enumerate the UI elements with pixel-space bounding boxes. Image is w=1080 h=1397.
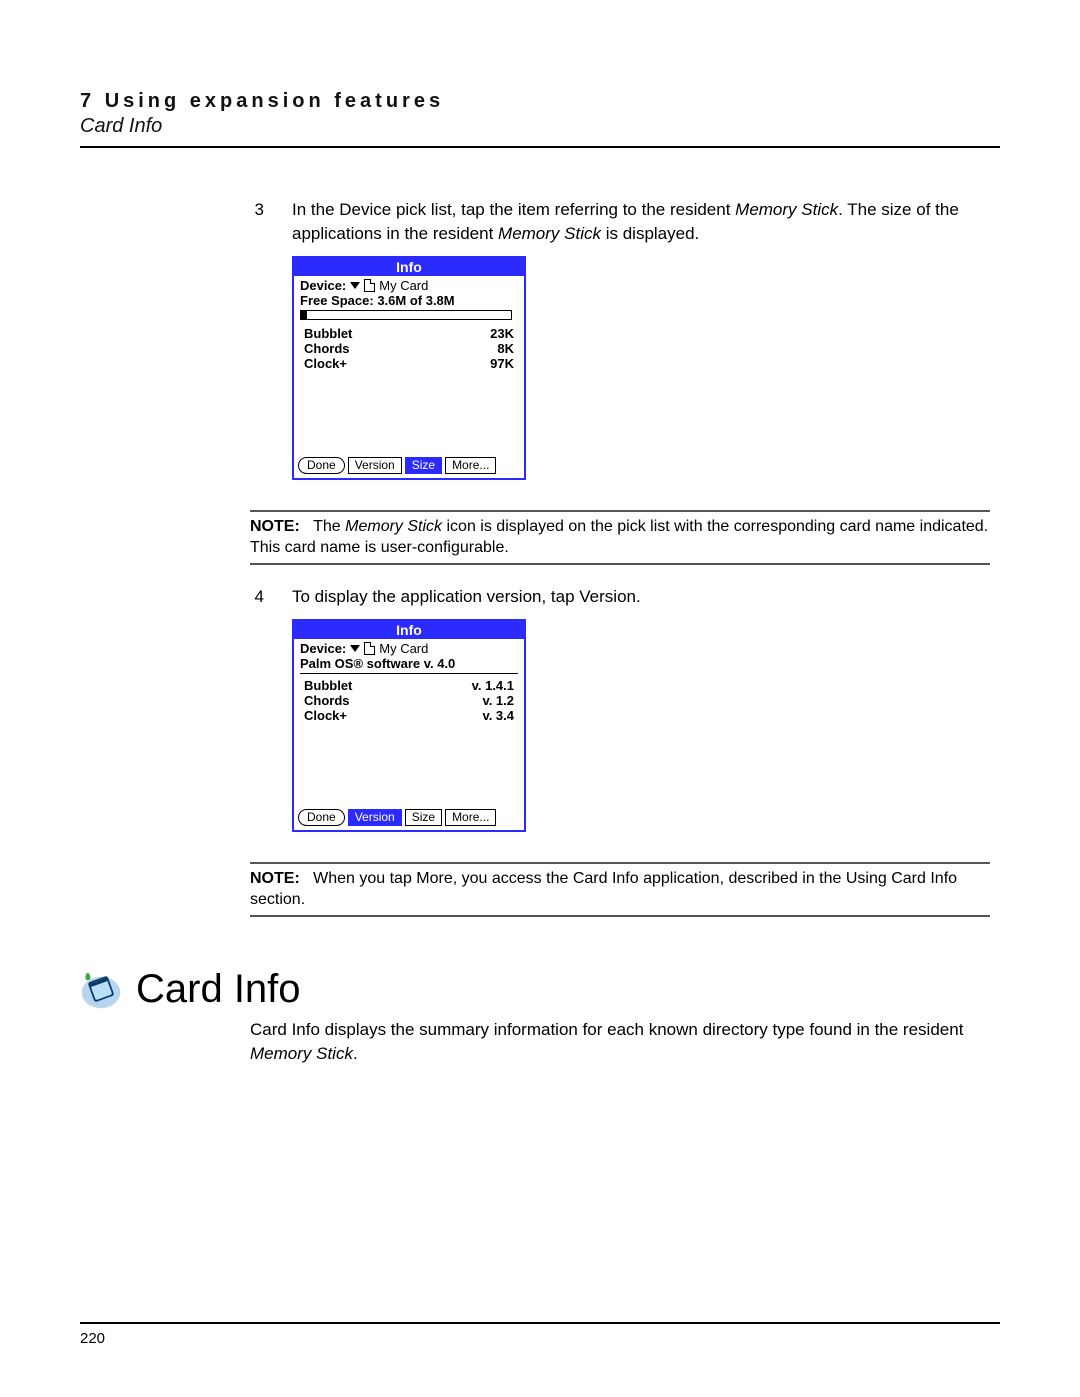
- palm-info-size-dialog: Info Device: My Card Free Space: 3.6M of…: [292, 256, 526, 480]
- device-picklist[interactable]: Device: My Card: [300, 641, 518, 656]
- dialog-title: Info: [294, 258, 524, 276]
- step-number: 3: [250, 198, 264, 222]
- note-label: NOTE:: [250, 870, 300, 887]
- list-item: Bubbletv. 1.4.1: [304, 678, 514, 693]
- chevron-down-icon: [350, 282, 360, 289]
- note-block: NOTE: When you tap More, you access the …: [250, 864, 990, 915]
- palm-info-version-dialog: Info Device: My Card Palm OS® software v…: [292, 619, 526, 832]
- device-value: My Card: [379, 641, 428, 656]
- list-item: Clock+97K: [304, 356, 514, 371]
- free-space-label: Free Space: 3.6M of 3.8M: [300, 293, 518, 308]
- step-text: To display the application version, tap …: [292, 585, 641, 609]
- list-item: Chords8K: [304, 341, 514, 356]
- tab-more[interactable]: More...: [445, 809, 496, 826]
- done-button[interactable]: Done: [298, 809, 345, 826]
- step-3: 3 In the Device pick list, tap the item …: [250, 198, 990, 246]
- free-space-bar-fill: [301, 311, 307, 319]
- step-text: In the Device pick list, tap the item re…: [292, 198, 990, 246]
- chapter-number: 7: [80, 90, 95, 112]
- device-value: My Card: [379, 278, 428, 293]
- list-item: Chordsv. 1.2: [304, 693, 514, 708]
- section-heading: Card Info: [136, 967, 301, 1012]
- page-number: 220: [80, 1330, 105, 1347]
- note-rule-bottom: [250, 563, 990, 565]
- page-footer: 220: [80, 1322, 1000, 1347]
- device-picklist[interactable]: Device: My Card: [300, 278, 518, 293]
- tab-more[interactable]: More...: [445, 457, 496, 474]
- os-version-label: Palm OS® software v. 4.0: [300, 656, 518, 671]
- note-block: NOTE: The Memory Stick icon is displayed…: [250, 512, 990, 563]
- memory-stick-icon: [364, 642, 375, 655]
- running-header: 7 Using expansion features Card Info: [80, 90, 1000, 148]
- tab-size[interactable]: Size: [405, 809, 442, 826]
- tab-version[interactable]: Version: [348, 809, 402, 826]
- tab-size[interactable]: Size: [405, 457, 442, 474]
- list-item: Clock+v. 3.4: [304, 708, 514, 723]
- step-4: 4 To display the application version, ta…: [250, 585, 990, 609]
- free-space-bar: [300, 310, 512, 320]
- section-intro-para: Card Info displays the summary informati…: [250, 1018, 990, 1066]
- memory-stick-icon: [364, 279, 375, 292]
- chevron-down-icon: [350, 645, 360, 652]
- device-label: Device:: [300, 278, 346, 293]
- chapter-title: Using expansion features: [105, 90, 444, 112]
- tab-version[interactable]: Version: [348, 457, 402, 474]
- done-button[interactable]: Done: [298, 457, 345, 474]
- header-rule: [80, 146, 1000, 148]
- dialog-title: Info: [294, 621, 524, 639]
- card-info-icon: [80, 968, 122, 1010]
- section-header: Card Info: [80, 967, 1000, 1012]
- app-list: Bubblet23K Chords8K Clock+97K: [300, 324, 518, 373]
- step-number: 4: [250, 585, 264, 609]
- note-label: NOTE:: [250, 518, 300, 535]
- app-list: Bubbletv. 1.4.1 Chordsv. 1.2 Clock+v. 3.…: [300, 676, 518, 725]
- list-item: Bubblet23K: [304, 326, 514, 341]
- section-line: Card Info: [80, 115, 1000, 138]
- device-label: Device:: [300, 641, 346, 656]
- note-rule-bottom: [250, 915, 990, 917]
